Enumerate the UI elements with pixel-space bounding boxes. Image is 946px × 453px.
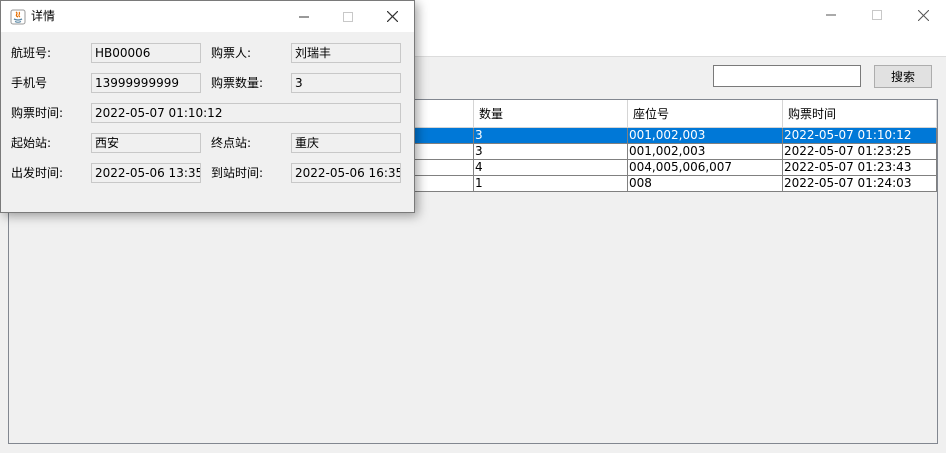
- main-maximize-button[interactable]: [854, 0, 900, 30]
- flight-no-field[interactable]: HB00006: [91, 43, 201, 63]
- table-cell-time: 2022-05-07 01:10:12: [783, 128, 937, 144]
- dialog-close-button[interactable]: [370, 1, 414, 32]
- maximize-icon: [343, 11, 353, 22]
- origin-field[interactable]: 西安: [91, 133, 201, 153]
- dialog-titlebar[interactable]: 详情: [1, 1, 414, 32]
- purchase-time-label: 购票时间:: [11, 106, 64, 120]
- dialog-maximize-button[interactable]: [326, 1, 370, 32]
- minimize-icon: [826, 14, 836, 16]
- table-cell-time: 2022-05-07 01:24:03: [783, 176, 937, 192]
- arrival-time-field[interactable]: 2022-05-06 16:35: [291, 163, 401, 183]
- phone-label: 手机号: [11, 76, 48, 90]
- table-cell-time: 2022-05-07 01:23:25: [783, 144, 937, 160]
- destination-field[interactable]: 重庆: [291, 133, 401, 153]
- table-cell-quantity: 3: [474, 128, 628, 144]
- ticket-count-label: 购票数量:: [211, 76, 264, 90]
- arrival-time-label: 到站时间:: [211, 166, 264, 180]
- main-minimize-button[interactable]: [808, 0, 854, 30]
- column-header-quantity[interactable]: 数量: [474, 100, 628, 128]
- table-cell-quantity: 1: [474, 176, 628, 192]
- table-cell-quantity: 4: [474, 160, 628, 176]
- phone-field[interactable]: 13999999999: [91, 73, 201, 93]
- ticket-count-field[interactable]: 3: [291, 73, 401, 93]
- column-header-seats[interactable]: 座位号: [628, 100, 783, 128]
- column-header-purchase-time[interactable]: 购票时间: [783, 100, 937, 128]
- dialog-title: 详情: [31, 9, 56, 23]
- table-cell-seats: 001,002,003: [628, 144, 783, 160]
- departure-time-field[interactable]: 2022-05-06 13:35: [91, 163, 201, 183]
- buyer-label: 购票人:: [211, 46, 252, 60]
- origin-label: 起始站:: [11, 136, 52, 150]
- table-cell-seats: 008: [628, 176, 783, 192]
- close-icon: [917, 9, 929, 21]
- table-cell-time: 2022-05-07 01:23:43: [783, 160, 937, 176]
- destination-label: 终点站:: [211, 136, 252, 150]
- dialog-minimize-button[interactable]: [282, 1, 326, 32]
- maximize-icon: [872, 10, 882, 20]
- main-close-button[interactable]: [900, 0, 946, 30]
- search-button[interactable]: 搜索: [874, 65, 932, 88]
- purchase-time-field[interactable]: 2022-05-07 01:10:12: [91, 103, 401, 123]
- close-icon: [386, 11, 398, 22]
- table-cell-seats: 004,005,006,007: [628, 160, 783, 176]
- java-app-icon: [10, 9, 26, 25]
- flight-no-label: 航班号:: [11, 46, 52, 60]
- search-input[interactable]: [713, 65, 861, 87]
- buyer-field[interactable]: 刘瑞丰: [291, 43, 401, 63]
- table-cell-quantity: 3: [474, 144, 628, 160]
- minimize-icon: [299, 16, 309, 17]
- detail-dialog: 详情 航班号: HB00006 购票人: 刘瑞丰 手机号 13999999999…: [0, 0, 415, 213]
- departure-time-label: 出发时间:: [11, 166, 64, 180]
- table-cell-seats: 001,002,003: [628, 128, 783, 144]
